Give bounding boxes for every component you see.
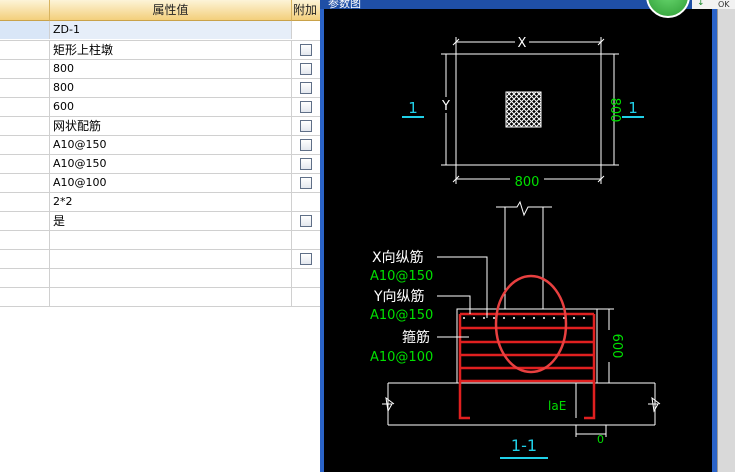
row-key-cell[interactable] [0, 155, 50, 173]
stirrup-value: A10@100 [370, 350, 433, 365]
table-row[interactable]: 网状配筋 [0, 117, 320, 136]
highlight-ellipse [494, 274, 568, 374]
row-key-cell[interactable] [0, 174, 50, 192]
table-row[interactable]: 2*2 [0, 193, 320, 212]
table-row[interactable]: A10@100 [0, 174, 320, 193]
row-value-cell[interactable] [50, 269, 292, 287]
table-row[interactable] [0, 250, 320, 269]
table-row[interactable]: 是 [0, 212, 320, 231]
row-key-cell[interactable] [0, 136, 50, 154]
dim-bottom-label: 800 [515, 175, 540, 190]
row-value-cell[interactable] [50, 250, 292, 268]
row-key-cell[interactable] [0, 60, 50, 78]
row-key-cell[interactable] [0, 231, 50, 249]
row-value-cell[interactable]: 是 [50, 212, 292, 230]
row-value-cell[interactable]: ZD-1 [50, 21, 292, 39]
section-marker-left: 1 [408, 99, 418, 117]
row-key-cell[interactable] [0, 193, 50, 211]
anchor-label: laE [548, 399, 566, 413]
row-value-cell[interactable]: 800 [50, 79, 292, 97]
row-key-cell[interactable] [0, 288, 50, 306]
row-key-cell[interactable] [0, 98, 50, 116]
diagram-canvas: X Y 800 800 1 1 X向纵筋 A10@150 Y向纵筋 A10@15… [324, 9, 712, 472]
table-row[interactable] [0, 231, 320, 250]
row-value-cell[interactable]: 2*2 [50, 193, 292, 211]
extra-checkbox[interactable] [300, 120, 312, 132]
table-row[interactable]: 800 [0, 60, 320, 79]
break-mark-right [648, 396, 661, 413]
rebar-cage [458, 312, 596, 420]
extra-checkbox[interactable] [300, 139, 312, 151]
section-marker-right: 1 [628, 99, 638, 117]
row-value-cell[interactable]: 600 [50, 98, 292, 116]
parameter-diagram-panel: 参数图 X Y 800 800 1 1 X向纵筋 A10@150 Y向纵筋 A1… [320, 0, 735, 472]
row-key-cell[interactable] [0, 269, 50, 287]
section-view: X向纵筋 A10@150 Y向纵筋 A10@150 箍筋 A10@100 600… [370, 200, 661, 459]
row-value-cell[interactable] [50, 288, 292, 306]
section-name: 1-1 [511, 436, 537, 455]
table-row[interactable]: ZD-1 [0, 21, 320, 41]
y-rebar-value: A10@150 [370, 308, 433, 323]
table-row[interactable]: 矩形上柱墩 [0, 41, 320, 60]
row-value-cell[interactable] [50, 231, 292, 249]
row-value-cell[interactable]: A10@150 [50, 155, 292, 173]
extra-checkbox[interactable] [300, 253, 312, 265]
row-value-cell[interactable]: 网状配筋 [50, 117, 292, 135]
table-row[interactable]: 600 [0, 98, 320, 117]
extra-checkbox[interactable] [300, 44, 312, 56]
x-rebar-label: X向纵筋 [372, 249, 424, 266]
table-row[interactable] [0, 269, 320, 288]
y-rebar-label: Y向纵筋 [373, 288, 425, 305]
extra-checkbox[interactable] [300, 158, 312, 170]
diagram-svg: X Y 800 800 1 1 X向纵筋 A10@150 Y向纵筋 A10@15… [370, 34, 661, 459]
right-window-strip [717, 0, 735, 472]
property-grid: 属性值 附加 ZD-1 矩形上柱墩 800 800 600 网状配筋 A10@150 A10@… [0, 0, 320, 472]
table-row[interactable]: A10@150 [0, 136, 320, 155]
column-section-hatch [505, 91, 542, 128]
extra-checkbox[interactable] [300, 82, 312, 94]
dim-x-label: X [518, 36, 527, 51]
y-rebar-leader [437, 295, 471, 314]
plan-view: X Y 800 800 1 1 [402, 34, 644, 190]
header-value-column[interactable]: 属性值 [50, 0, 292, 21]
row-value-cell[interactable]: 矩形上柱墩 [50, 41, 292, 59]
break-mark-left [382, 396, 395, 413]
ok-label: OK [718, 0, 730, 9]
header-extra-column[interactable]: 附加 [292, 0, 320, 21]
column-break-line [496, 200, 552, 217]
row-key-cell[interactable] [0, 117, 50, 135]
arrow-down-icon: ↓ [697, 0, 705, 8]
dim-right-label: 800 [607, 98, 622, 123]
offset-label: 0 [597, 433, 604, 446]
height-dim-label: 600 [609, 334, 624, 359]
extra-checkbox[interactable] [300, 63, 312, 75]
stirrup-label: 箍筋 [402, 329, 430, 346]
row-key-cell[interactable] [0, 79, 50, 97]
table-row[interactable]: 800 [0, 79, 320, 98]
row-key-cell[interactable] [0, 41, 50, 59]
table-row[interactable] [0, 288, 320, 307]
row-value-cell[interactable]: A10@100 [50, 174, 292, 192]
titlebar-ok-area[interactable]: ↓ OK [692, 0, 735, 9]
row-value-cell[interactable]: A10@150 [50, 136, 292, 154]
header-key-column [0, 0, 50, 21]
x-rebar-value: A10@150 [370, 269, 433, 284]
row-key-cell[interactable] [0, 212, 50, 230]
row-key-cell[interactable] [0, 21, 50, 39]
table-row[interactable]: A10@150 [0, 155, 320, 174]
row-value-cell[interactable]: 800 [50, 60, 292, 78]
row-key-cell[interactable] [0, 250, 50, 268]
extra-checkbox[interactable] [300, 177, 312, 189]
extra-checkbox[interactable] [300, 101, 312, 113]
extra-checkbox[interactable] [300, 215, 312, 227]
dim-y-label: Y [441, 99, 450, 114]
